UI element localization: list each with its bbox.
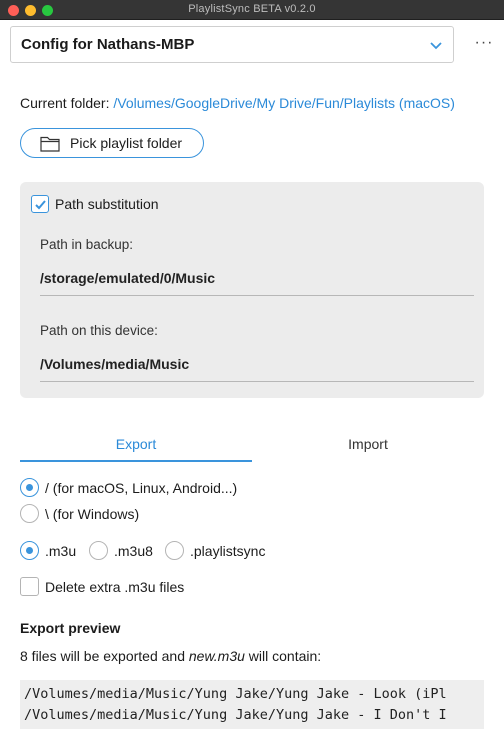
current-folder-path[interactable]: /Volumes/GoogleDrive/My Drive/Fun/Playli…	[113, 95, 455, 111]
export-import-tabs: Export Import	[20, 436, 484, 462]
format-playlistsync-label: .playlistsync	[190, 543, 266, 559]
more-options-button[interactable]: ···	[472, 32, 496, 54]
title-bar: PlaylistSync BETA v0.2.0	[0, 0, 504, 20]
format-m3u-label: .m3u	[45, 543, 77, 559]
separator-unix-radio[interactable]	[20, 478, 39, 497]
preview-line: /Volumes/media/Music/Yung Jake/Yung Jake…	[24, 707, 447, 723]
path-on-device-label: Path on this device:	[40, 323, 158, 338]
pick-playlist-folder-label: Pick playlist folder	[70, 135, 183, 151]
path-in-backup-underline	[40, 295, 474, 296]
format-playlistsync-radio[interactable]	[165, 541, 184, 560]
format-m3u8-radio[interactable]	[89, 541, 108, 560]
delete-extra-label: Delete extra .m3u files	[45, 579, 185, 595]
path-in-backup-field[interactable]: /storage/emulated/0/Music	[40, 270, 215, 286]
path-in-backup-label: Path in backup:	[40, 237, 134, 252]
summary-suffix: will contain:	[244, 648, 322, 664]
config-select[interactable]: Config for Nathans-MBP	[10, 26, 454, 63]
folder-icon	[40, 136, 60, 152]
active-tab-indicator	[20, 460, 252, 462]
summary-filename: new.m3u	[188, 648, 245, 664]
preview-line: /Volumes/media/Music/Yung Jake/Yung Jake…	[24, 686, 447, 702]
export-preview-summary: 8 files will be exported and new.m3u wil…	[20, 648, 321, 664]
radio-selected-dot	[26, 484, 33, 491]
tab-import[interactable]: Import	[252, 436, 484, 462]
checkmark-icon	[35, 200, 46, 210]
config-select-value: Config for Nathans-MBP	[21, 36, 195, 53]
pick-playlist-folder-button[interactable]: Pick playlist folder	[20, 128, 204, 158]
current-folder: Current folder: /Volumes/GoogleDrive/My …	[20, 95, 455, 111]
path-on-device-underline	[40, 381, 474, 382]
radio-selected-dot	[26, 547, 33, 554]
export-preview-heading: Export preview	[20, 620, 121, 636]
path-substitution-panel: Path substitution Path in backup: /stora…	[20, 182, 484, 398]
path-substitution-checkbox[interactable]	[31, 195, 49, 213]
export-preview-box[interactable]: /Volumes/media/Music/Yung Jake/Yung Jake…	[20, 680, 484, 729]
path-on-device-field[interactable]: /Volumes/media/Music	[40, 356, 189, 372]
format-m3u8-label: .m3u8	[114, 543, 153, 559]
current-folder-label: Current folder:	[20, 95, 114, 111]
path-substitution-label: Path substitution	[55, 196, 159, 212]
separator-unix-label: / (for macOS, Linux, Android...)	[45, 480, 238, 496]
format-m3u-radio[interactable]	[20, 541, 39, 560]
chevron-down-icon	[430, 42, 442, 50]
delete-extra-checkbox[interactable]	[20, 577, 39, 596]
summary-prefix: 8 files will be exported and	[20, 648, 189, 664]
window-title: PlaylistSync BETA v0.2.0	[188, 3, 316, 15]
separator-windows-radio[interactable]	[20, 504, 39, 523]
separator-windows-label: \ (for Windows)	[45, 506, 140, 522]
tab-export[interactable]: Export	[20, 436, 252, 462]
